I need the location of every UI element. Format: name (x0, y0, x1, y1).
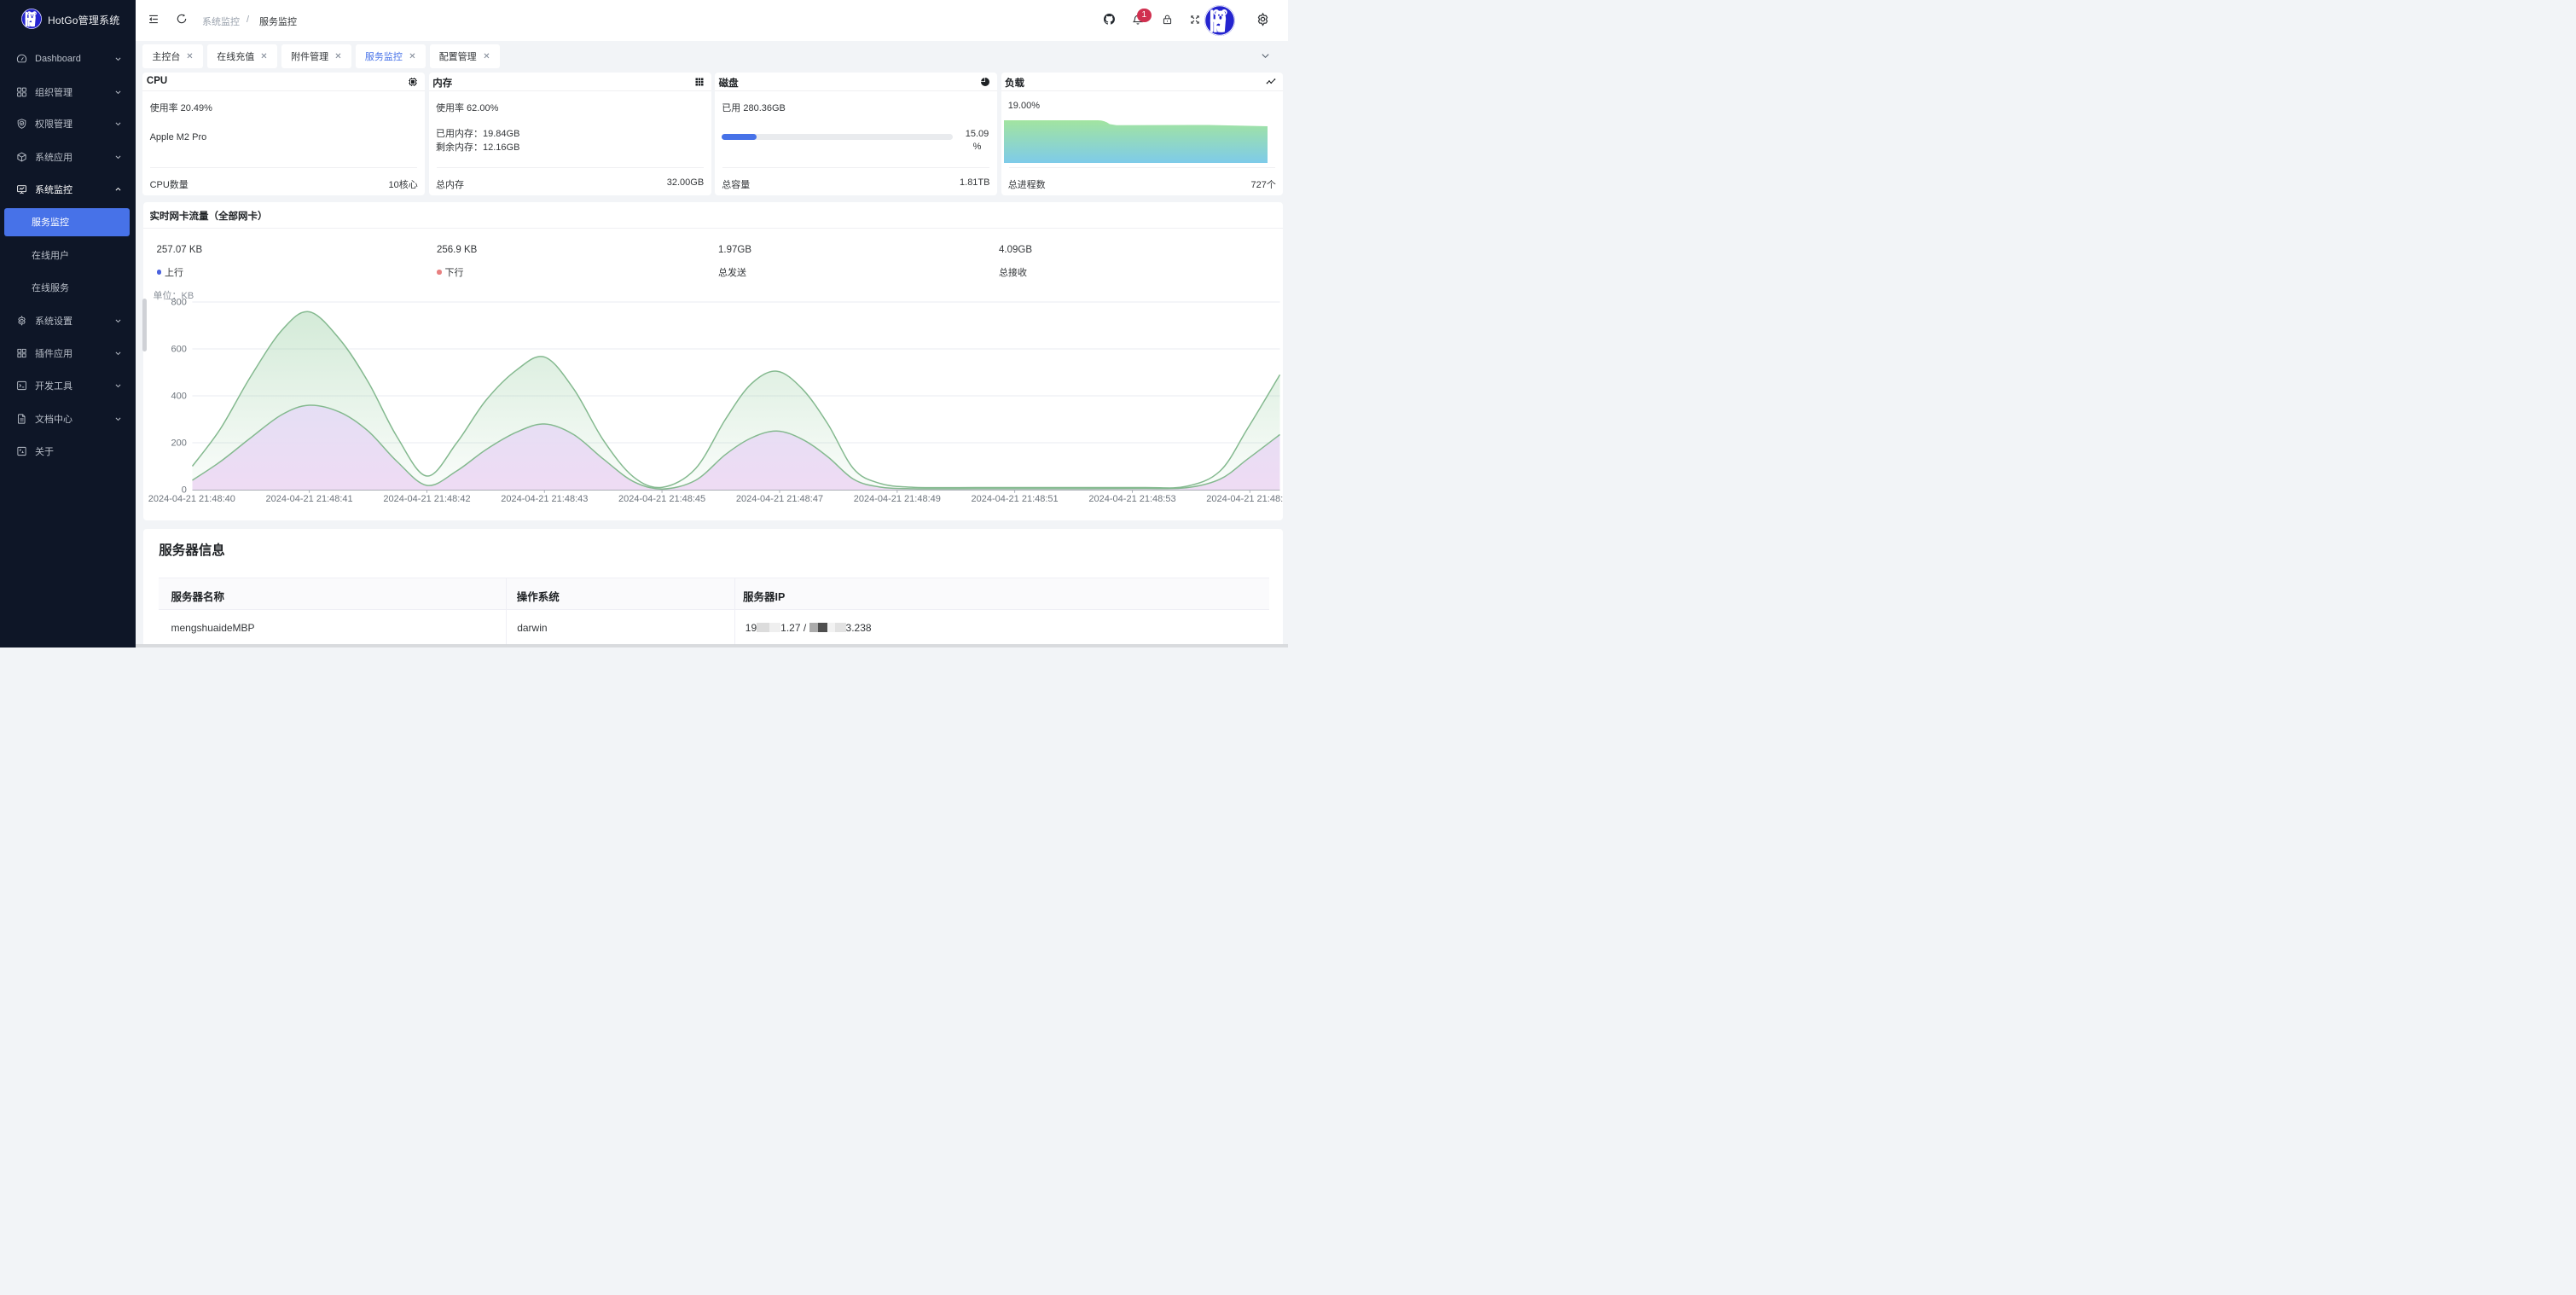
svg-text:2024-04-21 21:48:43: 2024-04-21 21:48:43 (501, 494, 588, 504)
svg-text:2024-04-21 21:48:41: 2024-04-21 21:48:41 (265, 494, 352, 504)
svg-text:2024-04-21 21:48:40: 2024-04-21 21:48:40 (148, 494, 235, 504)
svg-text:200: 200 (171, 438, 186, 449)
svg-text:2024-04-21 21:48:53: 2024-04-21 21:48:53 (1088, 494, 1175, 504)
svg-text:2024-04-21 21:48:45: 2024-04-21 21:48:45 (618, 494, 705, 504)
svg-text:2024-04-21 21:48:42: 2024-04-21 21:48:42 (383, 494, 470, 504)
svg-text:2024-04-21 21:48:51: 2024-04-21 21:48:51 (971, 494, 1058, 504)
svg-text:2024-04-21 21:48:47: 2024-04-21 21:48:47 (735, 494, 822, 504)
svg-text:400: 400 (171, 392, 186, 402)
svg-text:2024-04-21 21:48:49: 2024-04-21 21:48:49 (853, 494, 940, 504)
svg-text:800: 800 (171, 298, 186, 308)
svg-text:2024-04-21 21:48:55: 2024-04-21 21:48:55 (1206, 494, 1283, 504)
svg-text:600: 600 (171, 345, 186, 355)
